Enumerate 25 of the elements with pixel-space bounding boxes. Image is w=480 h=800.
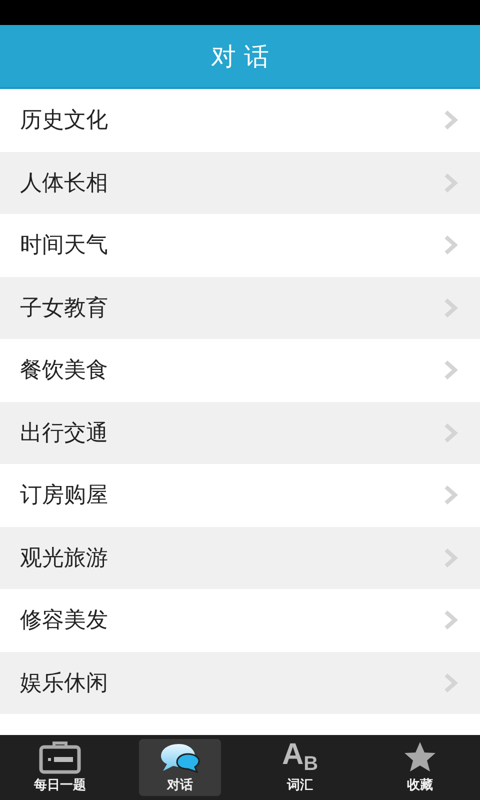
chevron-icon [444,610,458,630]
list-item[interactable]: 历史文化 [0,89,480,152]
tab[interactable]: 收藏 [379,739,461,796]
list-item[interactable]: 娱乐休闲 [0,652,480,714]
chevron-icon [444,172,458,193]
chevron-icon [444,422,458,443]
chevron-icon [444,485,458,506]
card-icon [39,740,81,774]
list-item[interactable]: 观光旅游 [0,526,480,589]
screen-title: 对 话 [211,40,269,72]
list-item[interactable]: 子女教育 [0,276,480,339]
list-item[interactable]: 餐饮美食 [0,339,480,402]
chevron-icon [444,298,458,318]
chevron-icon [444,235,458,256]
chevron-icon [444,672,458,693]
tab[interactable]: 对话 [139,739,221,796]
chevron-icon [444,360,458,380]
chevron-icon [444,110,458,130]
chevron-icon [444,548,458,568]
tab[interactable]: 每日一题 [19,739,101,796]
list-item[interactable]: 时间天气 [0,214,480,276]
list-item[interactable]: 修容美发 [0,589,480,652]
list-item[interactable]: 出行交通 [0,402,480,464]
list-item[interactable]: 人体长相 [0,152,480,214]
list-item[interactable]: 订房购屋 [0,464,480,526]
